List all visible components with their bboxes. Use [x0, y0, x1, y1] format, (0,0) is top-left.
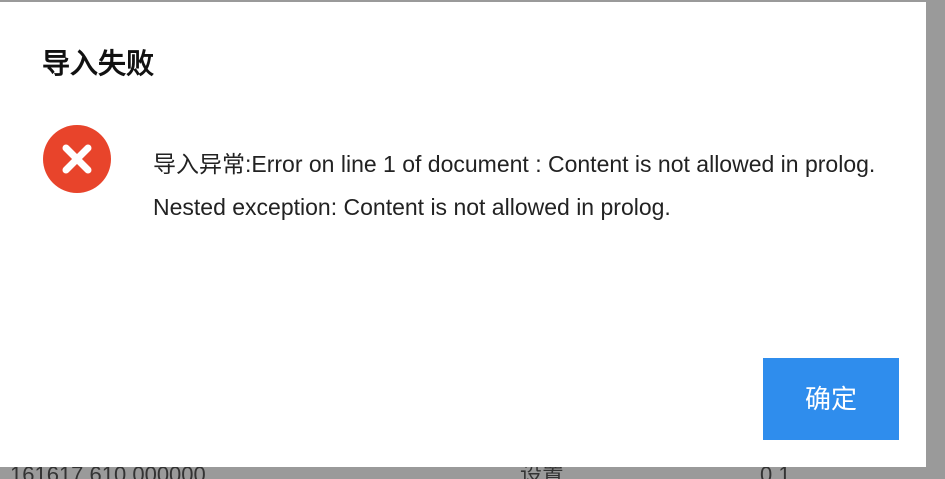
dialog-title: 导入失败: [42, 48, 155, 79]
background-table-row: 161617 610 000000 设置 0 1: [10, 466, 791, 479]
error-message: 导入异常:Error on line 1 of document : Conte…: [153, 151, 876, 220]
import-failed-dialog: 导入失败 导入异常:Error on line 1 of document : …: [0, 2, 926, 467]
confirm-button[interactable]: 确定: [763, 358, 899, 440]
error-icon: [42, 124, 112, 194]
